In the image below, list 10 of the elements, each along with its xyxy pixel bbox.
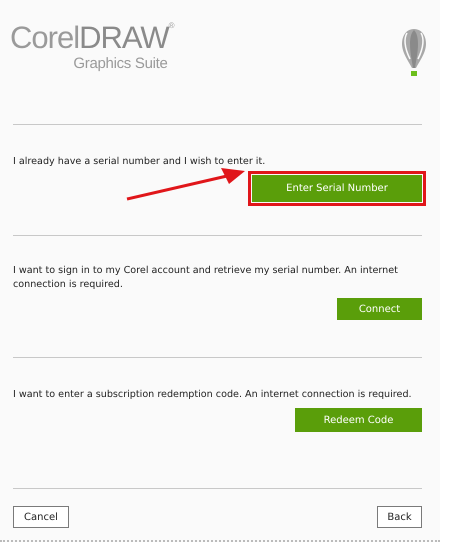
instruction-text: I already have a serial number and I wish to enter it. — [13, 155, 266, 169]
instruction-text: I want to sign in to my Corel account and retrieve my serial number. An internet connection is required. — [13, 264, 399, 292]
back-button[interactable]: Back — [377, 506, 422, 528]
option-button[interactable]: Redeem Code — [295, 408, 422, 432]
option-button[interactable]: Connect — [337, 298, 422, 320]
option-button[interactable]: Enter Serial Number — [252, 175, 422, 202]
logo-wordmark: CorelDRAW® — [10, 22, 174, 53]
cancel-button[interactable]: Cancel — [13, 506, 69, 528]
logo-subtitle: Graphics Suite — [72, 54, 168, 74]
instruction-text: I want to enter a subscription redemption code. An internet connection is required. — [13, 388, 413, 402]
